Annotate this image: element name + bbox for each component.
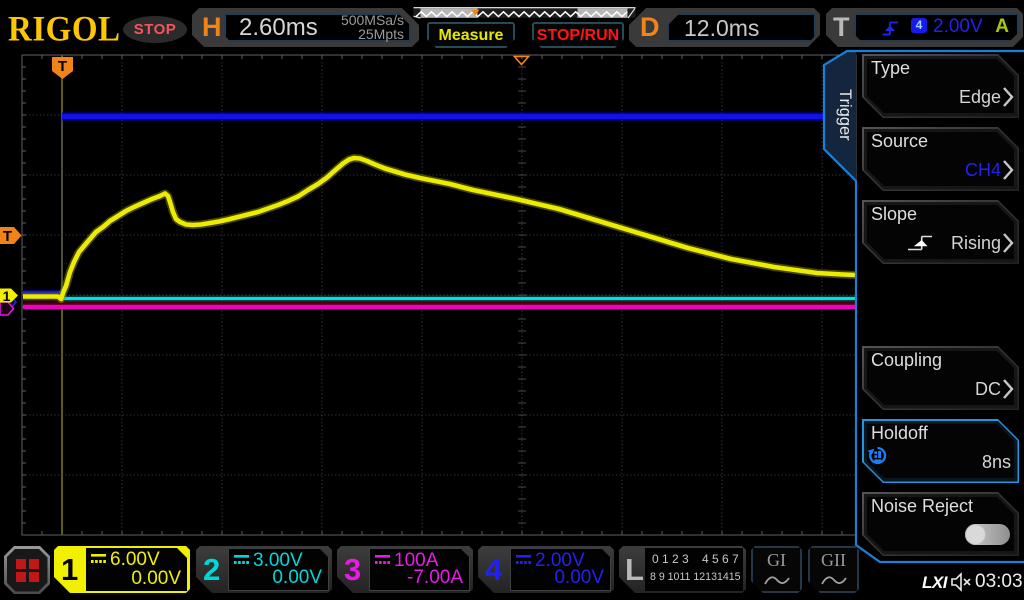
svg-text:1: 1 — [3, 288, 11, 304]
svg-text:T: T — [58, 58, 67, 75]
svg-text:T: T — [3, 228, 12, 245]
